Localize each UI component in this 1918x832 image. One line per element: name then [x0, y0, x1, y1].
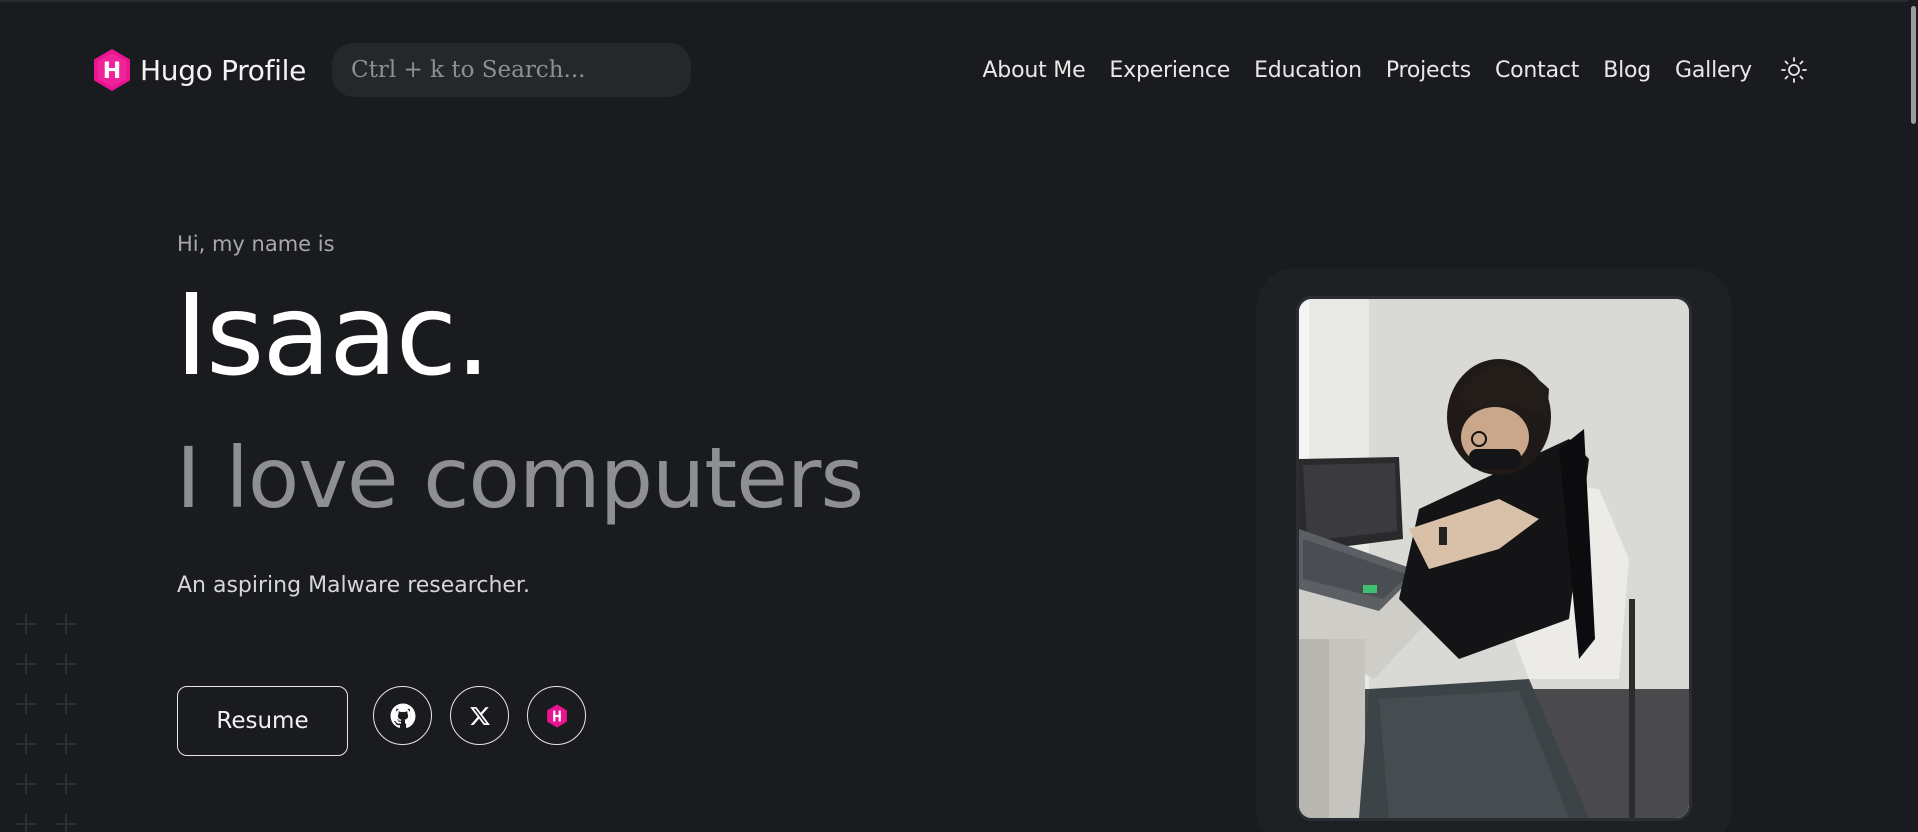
nav-link-blog[interactable]: Blog [1603, 58, 1651, 83]
hugo-link[interactable] [527, 686, 586, 745]
page: H Hugo Profile About Me Experience Educa… [0, 0, 1918, 832]
scrollbar-thumb[interactable] [1911, 6, 1916, 124]
github-link[interactable] [373, 686, 432, 745]
plus-icon [16, 774, 36, 794]
theme-toggle-button[interactable] [1776, 52, 1812, 88]
hugo-icon [546, 704, 567, 727]
hugo-logo-icon: H [94, 49, 130, 91]
hero-greeting: Hi, my name is [177, 232, 335, 256]
plus-icon [56, 654, 76, 674]
nav-link-gallery[interactable]: Gallery [1675, 58, 1752, 83]
x-twitter-link[interactable] [450, 686, 509, 745]
plus-icon [16, 694, 36, 714]
nav-menu: About Me Experience Education Projects C… [958, 40, 1812, 100]
github-icon [390, 703, 415, 728]
sun-icon [1781, 57, 1807, 83]
brand-logo-letter: H [103, 59, 121, 84]
plus-icon [56, 614, 76, 634]
top-border [0, 0, 1918, 2]
search-input[interactable] [332, 43, 691, 97]
plus-icon [56, 694, 76, 714]
plus-icon [56, 814, 76, 832]
hero-tagline: I love computers [176, 429, 864, 527]
plus-icon [56, 734, 76, 754]
nav-link-about-me[interactable]: About Me [982, 58, 1085, 83]
plus-icon [16, 654, 36, 674]
nav-link-contact[interactable]: Contact [1495, 58, 1579, 83]
plus-icon [16, 734, 36, 754]
nav-link-education[interactable]: Education [1254, 58, 1362, 83]
profile-photo-illustration [1299, 299, 1689, 818]
profile-photo [1296, 296, 1692, 821]
brand-link[interactable]: H Hugo Profile [92, 46, 306, 94]
resume-button[interactable]: Resume [177, 686, 348, 756]
x-twitter-icon [469, 706, 490, 725]
brand-title: Hugo Profile [140, 53, 307, 87]
plus-icon [16, 814, 36, 832]
page-scrollbar[interactable] [1908, 0, 1918, 832]
plus-icon [56, 774, 76, 794]
nav-link-projects[interactable]: Projects [1386, 58, 1471, 83]
hero-description: An aspiring Malware researcher. [177, 573, 530, 598]
hero-name: Isaac. [175, 271, 491, 401]
navbar: H Hugo Profile About Me Experience Educa… [92, 40, 1812, 100]
plus-icon [16, 614, 36, 634]
nav-link-experience[interactable]: Experience [1109, 58, 1230, 83]
